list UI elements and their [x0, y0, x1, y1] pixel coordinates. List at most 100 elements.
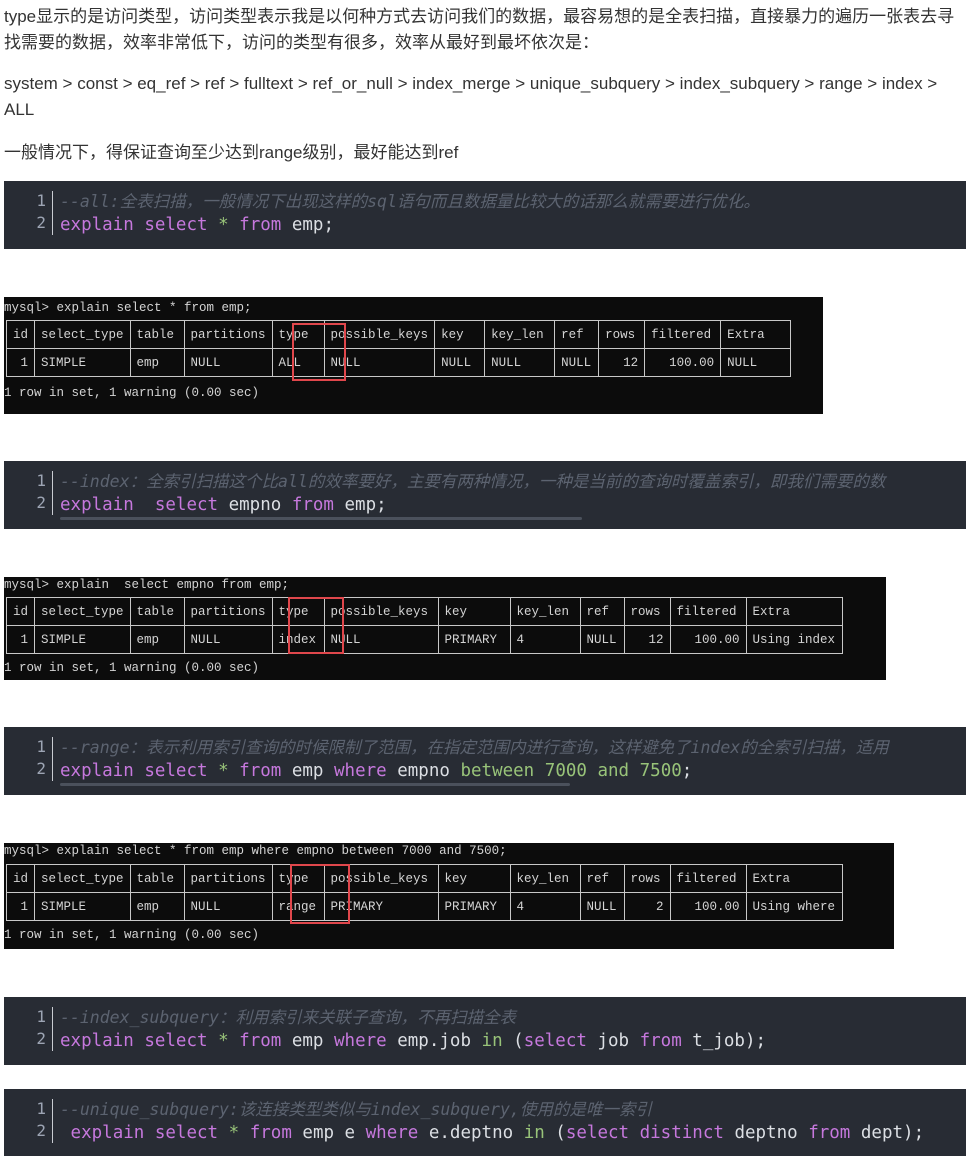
sql-identifier: emp e [291, 1123, 366, 1143]
header-cell-select_type: select_type [34, 320, 131, 349]
sql-keyword: from [239, 761, 282, 781]
sql-keyword: select [144, 761, 208, 781]
code-statement: explain select * from emp where empno be… [60, 760, 692, 782]
sql-identifier: empno [386, 761, 461, 781]
sql-keyword: explain [70, 1123, 145, 1143]
cell-key: PRIMARY [437, 892, 511, 921]
cell-ref: NULL [579, 625, 625, 654]
sql-keyword: explain [60, 495, 134, 515]
sql-operator: * [218, 761, 229, 781]
table-header-row: id select_type table partitions type possible… [5, 864, 843, 893]
terminal-footer: 1 row in set, 1 warning (0.00 sec) [4, 386, 260, 400]
header-cell-key: key [434, 320, 486, 349]
header-cell-partitions: partitions [183, 597, 273, 626]
code-statement: explain select empno from emp; [60, 494, 387, 516]
terminal-output-range: mysql> explain select * from emp where e… [4, 843, 894, 949]
line-number: 2 [36, 759, 46, 778]
sql-identifier: emp [281, 761, 335, 781]
cell-id: 1 [5, 625, 36, 654]
sql-keyword: select [144, 215, 208, 235]
sql-keyword: explain [60, 215, 134, 235]
cell-key_len: 4 [509, 892, 581, 921]
sql-operator: in [523, 1123, 545, 1143]
sql-identifier: empno [218, 495, 292, 515]
cell-key_len: 4 [509, 625, 581, 654]
line-number: 1 [36, 1007, 46, 1026]
line-number-gutter: 1 2 [4, 997, 54, 1065]
cell-rows: 12 [598, 348, 646, 377]
type-highlight-box [288, 597, 344, 654]
line-number: 1 [36, 737, 46, 756]
sql-identifier: emp; [333, 495, 387, 515]
header-cell-table: table [129, 597, 185, 626]
cell-id: 1 [5, 348, 36, 377]
cell-partitions: NULL [183, 348, 273, 377]
sql-keyword: select [154, 1123, 219, 1143]
cell-rows: 12 [623, 625, 671, 654]
header-cell-rows: rows [623, 597, 671, 626]
cell-filtered: 100.00 [644, 348, 722, 377]
code-statement: explain select * from emp where emp.job … [60, 1030, 766, 1052]
horizontal-scrollbar[interactable] [60, 783, 570, 786]
sql-identifier: ( [544, 1123, 566, 1143]
terminal-output-index: mysql> explain select empno from emp; id… [4, 577, 886, 680]
terminal-command: mysql> explain select * from emp; [4, 301, 252, 315]
cell-select_type: SIMPLE [34, 625, 131, 654]
cell-key: PRIMARY [437, 625, 511, 654]
code-block-all: 1 2 --all:全表扫描，一般情况下出现这样的sql语句而且数据量比较大的话… [4, 181, 966, 249]
cell-Extra: Using where [745, 892, 843, 921]
horizontal-scrollbar[interactable] [60, 517, 582, 520]
terminal-output-all: mysql> explain select * from emp; id sele… [4, 297, 823, 414]
sql-operator: * [228, 1123, 240, 1143]
line-number: 2 [36, 1121, 46, 1140]
code-comment: --index_subquery：利用索引来关联子查询，不再扫描全表 [60, 1008, 516, 1027]
header-cell-select_type: select_type [34, 864, 131, 893]
terminal-footer: 1 row in set, 1 warning (0.00 sec) [4, 661, 260, 675]
code-block-index-subquery: 1 2 --index_subquery：利用索引来关联子查询，不再扫描全表 e… [4, 997, 966, 1065]
explain-result-table: id select_type table partitions type possible… [5, 597, 843, 654]
sql-identifier: emp; [281, 215, 335, 235]
line-number-gutter: 1 2 [4, 727, 54, 795]
cell-partitions: NULL [183, 625, 273, 654]
header-cell-ref: ref [579, 864, 625, 893]
cell-key_len: NULL [484, 348, 556, 377]
header-cell-select_type: select_type [34, 597, 131, 626]
sql-keyword: from [291, 495, 334, 515]
terminal-command: mysql> explain select * from emp where e… [4, 844, 507, 858]
sql-identifier: ( [502, 1031, 524, 1051]
sql-identifier: t_job); [681, 1031, 767, 1051]
sql-operator: and [597, 761, 630, 781]
header-cell-Extra: Extra [745, 864, 843, 893]
code-statement: explain select * from emp e where e.dept… [60, 1122, 925, 1144]
sql-number: 7500 [639, 761, 682, 781]
gutter-divider [52, 1099, 53, 1143]
table-row: 1 SIMPLE emp NULL range PRIMARY PRIMARY 4 NULL 2 1… [5, 892, 843, 921]
gutter-divider [52, 737, 53, 781]
cell-select_type: SIMPLE [34, 892, 131, 921]
cell-ref: NULL [554, 348, 600, 377]
line-number-gutter: 1 2 [4, 461, 54, 529]
header-cell-filtered: filtered [669, 597, 747, 626]
header-cell-key: key [437, 597, 511, 626]
cell-table: emp [129, 625, 185, 654]
sql-keyword: select [144, 1031, 208, 1051]
explain-result-table: id select_type table partitions type possible… [5, 320, 792, 377]
sql-operator: * [218, 1031, 229, 1051]
line-number: 1 [36, 191, 46, 210]
sql-identifier: ; [681, 761, 693, 781]
sql-identifier: emp [281, 1031, 335, 1051]
terminal-command: mysql> explain select empno from emp; [4, 578, 290, 592]
header-cell-partitions: partitions [183, 320, 273, 349]
header-cell-rows: rows [598, 320, 646, 349]
cell-Extra: NULL [720, 348, 792, 377]
header-cell-id: id [5, 864, 36, 893]
code-comment: --all:全表扫描，一般情况下出现这样的sql语句而且数据量比较大的话那么就需… [60, 192, 760, 211]
